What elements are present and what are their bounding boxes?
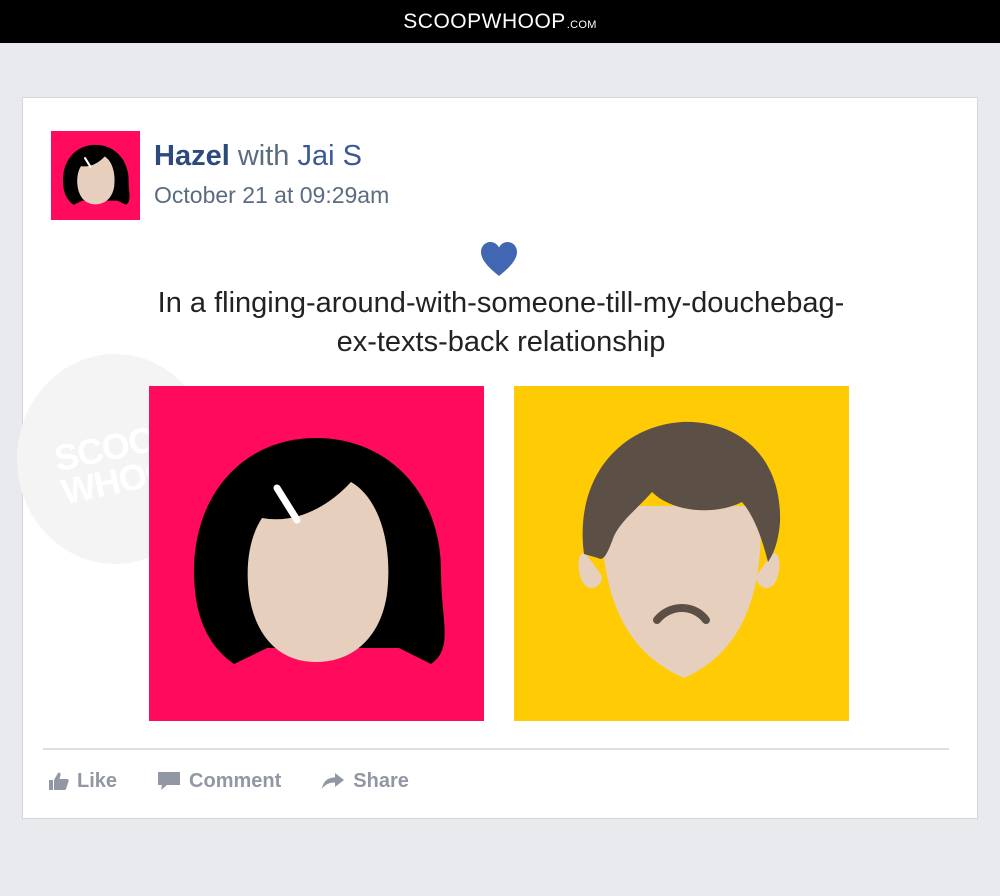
like-button[interactable]: Like [49, 770, 117, 793]
post-card: SCOOP WHOOP Hazel with Jai S October 21 … [17, 97, 978, 819]
share-button[interactable]: Share [321, 770, 409, 793]
comment-label: Comment [189, 769, 282, 792]
comment-button[interactable]: Comment [157, 770, 281, 793]
brand-logo-suffix: .COM [566, 18, 597, 31]
woman-face-icon [194, 438, 445, 721]
author-name[interactable]: Hazel [154, 140, 230, 172]
man-portrait[interactable] [514, 386, 849, 721]
share-arrow-icon [322, 773, 345, 789]
divider [43, 748, 949, 750]
heart-icon [481, 242, 517, 276]
relationship-status: In a flinging-around-with-someone-till-m… [157, 287, 845, 358]
like-label: Like [77, 769, 118, 792]
post-actions: Like Comment Share [49, 766, 449, 796]
post-timestamp[interactable]: October 21 at 09:29am [154, 182, 389, 209]
brand-logo[interactable]: SCOOPWHOOP [403, 10, 566, 34]
man-face-icon [578, 421, 781, 678]
thumbs-up-icon [49, 772, 69, 790]
woman-portrait[interactable] [149, 386, 484, 721]
author-avatar[interactable] [51, 131, 140, 220]
tagged-friend[interactable]: Jai S [297, 140, 361, 172]
with-label: with [237, 140, 290, 172]
top-bar: SCOOPWHOOP .COM [0, 0, 1000, 43]
share-label: Share [353, 769, 409, 792]
post-header: Hazel with Jai S [154, 140, 362, 173]
woman-avatar-icon [62, 144, 130, 220]
comment-icon [158, 772, 181, 790]
